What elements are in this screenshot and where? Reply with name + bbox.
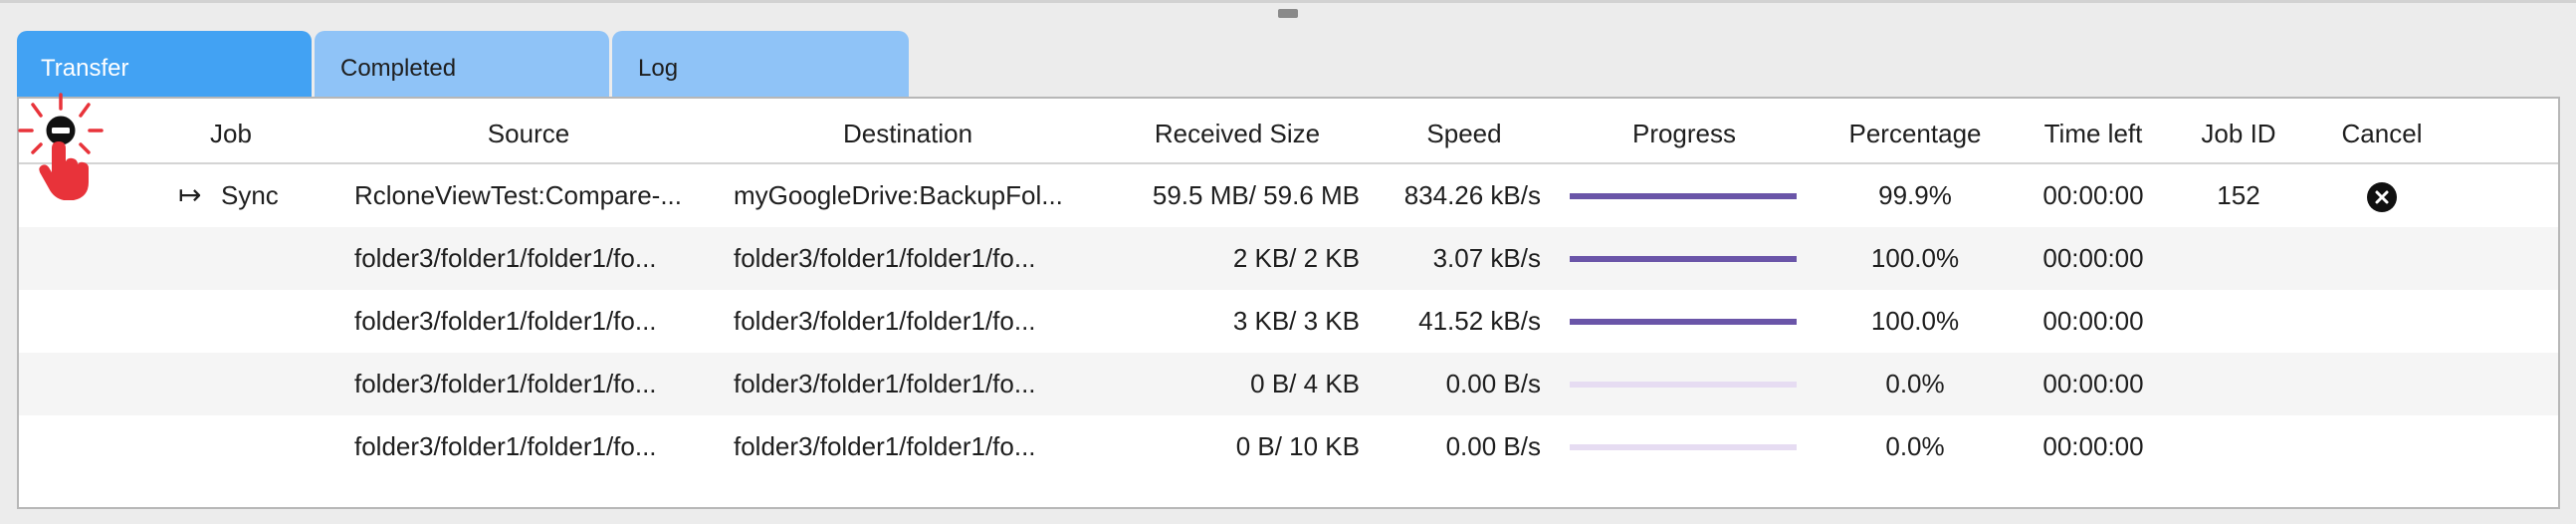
progress-bar [1570,256,1797,262]
progress-bar [1570,193,1797,199]
cell-speed: 3.07 kB/s [1432,243,1541,273]
table-row[interactable]: folder3/folder1/folder1/fo... folder3/fo… [19,415,2558,478]
cell-percentage: 0.0% [1885,431,1945,461]
transfer-table: Job Source Destination Received Size Spe… [17,97,2560,509]
close-glyph [2375,190,2389,204]
cell-time-left: 00:00:00 [2042,306,2144,336]
drag-handle-icon[interactable] [1278,9,1298,18]
cell-speed: 834.26 kB/s [1403,180,1541,210]
header-job-id[interactable]: Job ID [2201,119,2275,149]
cell-source: folder3/folder1/folder1/fo... [354,431,657,461]
cell-destination: folder3/folder1/folder1/fo... [734,369,1036,398]
progress-bar [1570,319,1797,325]
table-row[interactable]: ↦ Sync RcloneViewTest:Compare-... myGoog… [19,164,2558,227]
progress-fill [1570,256,1797,262]
tab-completed-label: Completed [340,55,457,82]
cell-source: folder3/folder1/folder1/fo... [354,306,657,336]
cell-time-left: 00:00:00 [2042,369,2144,398]
progress-bar [1570,444,1797,450]
cell-source: RcloneViewTest:Compare-... [354,180,682,210]
header-percentage[interactable]: Percentage [1849,119,1982,149]
cell-speed: 41.52 kB/s [1418,306,1541,336]
tab-completed[interactable]: Completed [315,31,609,97]
cell-speed: 0.00 B/s [1445,431,1541,461]
tab-transfer-label: Transfer [41,55,129,82]
progress-bar [1570,382,1797,388]
cell-destination: myGoogleDrive:BackupFol... [734,180,1063,210]
cell-source: folder3/folder1/folder1/fo... [354,243,657,273]
progress-fill [1570,319,1797,325]
tab-log-label: Log [638,55,679,82]
tab-log[interactable]: Log [612,31,909,97]
cell-destination: folder3/folder1/folder1/fo... [734,306,1036,336]
cell-received-size: 0 B/ 10 KB [1235,431,1360,461]
cell-time-left: 00:00:00 [2042,431,2144,461]
table-row[interactable]: folder3/folder1/folder1/fo... folder3/fo… [19,290,2558,353]
header-destination[interactable]: Destination [843,119,972,149]
header-speed[interactable]: Speed [1426,119,1501,149]
splitter-rule [0,0,2576,3]
hand-pointer-icon [39,141,89,200]
header-job[interactable]: Job [210,119,252,149]
cell-destination: folder3/folder1/folder1/fo... [734,243,1036,273]
tab-bar: Transfer Completed Log [17,31,912,97]
header-progress[interactable]: Progress [1632,119,1736,149]
table-header: Job Source Destination Received Size Spe… [19,99,2558,164]
cell-received-size: 2 KB/ 2 KB [1232,243,1360,273]
cell-percentage: 99.9% [1878,180,1952,210]
cell-percentage: 0.0% [1885,369,1945,398]
progress-fill [1570,193,1797,199]
cell-time-left: 00:00:00 [2042,243,2144,273]
tab-transfer[interactable]: Transfer [17,31,312,97]
click-pointer-icon [18,93,104,200]
cell-received-size: 0 B/ 4 KB [1250,369,1360,398]
header-source[interactable]: Source [488,119,569,149]
cell-speed: 0.00 B/s [1445,369,1541,398]
cell-received-size: 3 KB/ 3 KB [1232,306,1360,336]
cell-received-size: 59.5 MB/ 59.6 MB [1152,180,1360,210]
header-cancel[interactable]: Cancel [2342,119,2423,149]
cell-time-left: 00:00:00 [2042,180,2144,210]
table-row[interactable]: folder3/folder1/folder1/fo... folder3/fo… [19,227,2558,290]
close-circle-icon[interactable] [2367,182,2397,212]
cell-destination: folder3/folder1/folder1/fo... [734,431,1036,461]
arrow-to-bar-icon: ↦ [178,179,202,210]
cell-job: Sync [221,180,279,210]
header-received-size[interactable]: Received Size [1155,119,1320,149]
cell-percentage: 100.0% [1870,306,1960,336]
transfer-window: Transfer Completed Log Job Source Destin… [0,0,2576,524]
cell-source: folder3/folder1/folder1/fo... [354,369,657,398]
cell-percentage: 100.0% [1870,243,1960,273]
table-row[interactable]: folder3/folder1/folder1/fo... folder3/fo… [19,353,2558,415]
header-time-left[interactable]: Time left [2044,119,2143,149]
cell-job-id: 152 [2217,180,2260,210]
